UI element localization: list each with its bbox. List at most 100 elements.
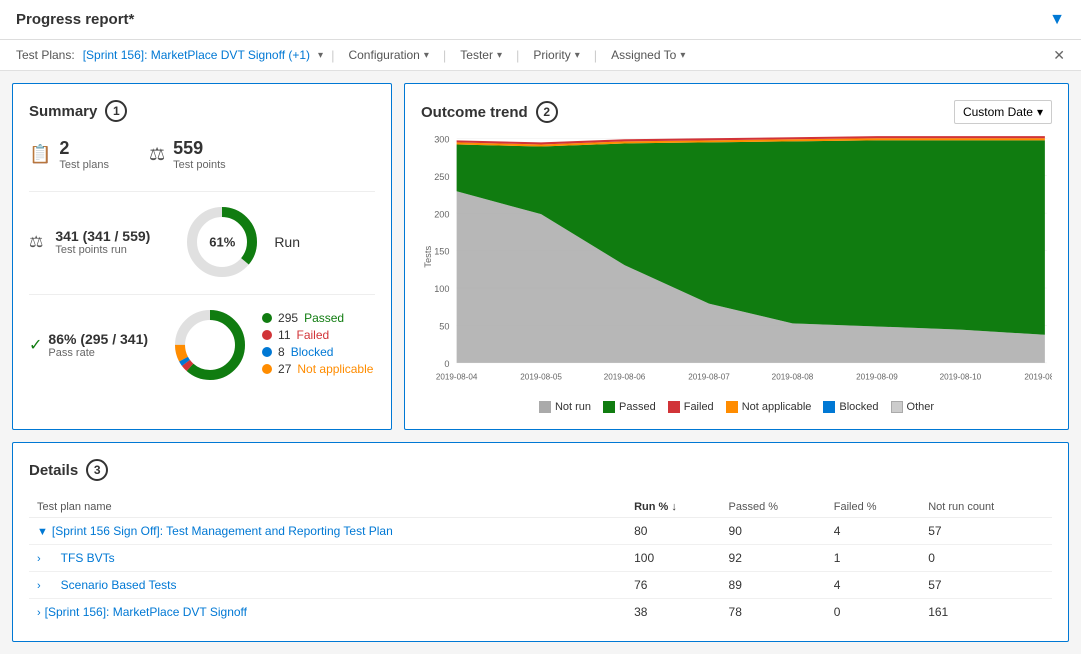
filter-sep-2: | xyxy=(443,48,446,63)
details-title: Details xyxy=(29,462,78,479)
test-plans-chevron[interactable]: ▾ xyxy=(318,50,323,61)
svg-text:0: 0 xyxy=(444,359,449,369)
funnel-icon: ▼ xyxy=(1049,11,1065,29)
svg-text:50: 50 xyxy=(439,322,449,332)
svg-text:2019-08-05: 2019-08-05 xyxy=(520,372,562,381)
svg-text:Tests: Tests xyxy=(423,246,433,268)
legend-na-count: 27 xyxy=(278,362,291,376)
col-test-plan-name: Test plan name xyxy=(29,497,626,518)
outcome-trend-panel: Outcome trend 2 Custom Date ▾ 300 250 20… xyxy=(404,83,1069,430)
summary-panel: Summary 1 📋 2 Test plans ⚖ 559 Test poin… xyxy=(12,83,392,430)
test-points-run-label: Test points run xyxy=(55,244,150,256)
test-plans-filter-label: Test Plans: xyxy=(16,48,75,62)
legend-passed-label: Passed xyxy=(304,311,344,325)
pass-rate-legend: 295 Passed 11 Failed 8 Blocked xyxy=(262,311,373,379)
test-points-label: Test points xyxy=(173,159,226,171)
close-filter-icon[interactable]: ✕ xyxy=(1053,47,1065,64)
legend-blocked-count: 8 xyxy=(278,345,285,359)
summary-title: Summary xyxy=(29,103,97,120)
test-plans-count: 2 xyxy=(59,138,109,159)
tester-chevron: ▾ xyxy=(497,50,502,61)
trend-svg: 300 250 200 150 100 50 0 Tests xyxy=(421,132,1052,392)
table-row: ›TFS BVTs1009210 xyxy=(29,545,1052,572)
priority-chevron: ▾ xyxy=(575,50,580,61)
main-content: Summary 1 📋 2 Test plans ⚖ 559 Test poin… xyxy=(0,71,1081,654)
custom-date-chevron: ▾ xyxy=(1037,105,1043,119)
legend-other: Other xyxy=(907,401,935,413)
col-not-run-count: Not run count xyxy=(920,497,1052,518)
svg-text:200: 200 xyxy=(434,209,449,219)
row-expand-icon[interactable]: › xyxy=(37,553,41,565)
custom-date-button[interactable]: Custom Date ▾ xyxy=(954,100,1052,124)
configuration-filter[interactable]: Configuration ▾ xyxy=(342,46,434,64)
test-points-count: 559 xyxy=(173,138,226,159)
table-row: ▼ [Sprint 156 Sign Off]: Test Management … xyxy=(29,518,1052,545)
legend-passed-count: 295 xyxy=(278,311,298,325)
details-table: Test plan name Run % ↓ Passed % Failed %… xyxy=(29,497,1052,625)
svg-text:150: 150 xyxy=(434,247,449,257)
legend-na-label: Not applicable xyxy=(297,362,373,376)
priority-label: Priority xyxy=(533,48,570,62)
legend-failed: Failed xyxy=(684,401,714,413)
legend-blocked-label: Blocked xyxy=(291,345,334,359)
table-row: ›[Sprint 156]: MarketPlace DVT Signoff38… xyxy=(29,599,1052,626)
row-expand-icon[interactable]: › xyxy=(37,607,41,619)
row-expand-icon[interactable]: › xyxy=(37,580,41,592)
col-passed-pct: Passed % xyxy=(721,497,826,518)
filter-sep-1: | xyxy=(331,48,334,63)
svg-text:2019-08-07: 2019-08-07 xyxy=(688,372,730,381)
test-plans-icon: 📋 xyxy=(29,144,51,165)
tester-filter[interactable]: Tester ▾ xyxy=(454,46,508,64)
row-name[interactable]: TFS BVTs xyxy=(45,551,115,565)
row-name[interactable]: [Sprint 156]: MarketPlace DVT Signoff xyxy=(45,605,247,619)
page-title: Progress report* xyxy=(16,11,134,28)
app-header: Progress report* ▼ xyxy=(0,0,1081,40)
row-name[interactable]: [Sprint 156 Sign Off]: Test Management a… xyxy=(52,524,393,538)
legend-blocked: Blocked xyxy=(839,401,878,413)
legend-passed: Passed xyxy=(619,401,656,413)
run-label: Run xyxy=(274,234,300,250)
assigned-to-label: Assigned To xyxy=(611,48,676,62)
legend-failed-count: 11 xyxy=(278,328,290,342)
pass-rate-label: Pass rate xyxy=(48,347,148,359)
legend-not-run: Not run xyxy=(555,401,591,413)
test-plans-filter-value[interactable]: [Sprint 156]: MarketPlace DVT Signoff (+… xyxy=(83,48,310,62)
svg-text:2019-08-09: 2019-08-09 xyxy=(856,372,898,381)
assigned-to-filter[interactable]: Assigned To ▾ xyxy=(605,46,691,64)
col-run-pct: Run % ↓ xyxy=(626,497,720,518)
filter-sep-4: | xyxy=(594,48,597,63)
configuration-chevron: ▾ xyxy=(424,50,429,61)
details-number: 3 xyxy=(86,459,108,481)
pass-rate-count: 86% (295 / 341) xyxy=(48,331,148,347)
priority-filter[interactable]: Priority ▾ xyxy=(527,46,585,64)
test-plans-label: Test plans xyxy=(59,159,109,171)
filter-sep-3: | xyxy=(516,48,519,63)
test-points-run-icon: ⚖ xyxy=(29,234,43,251)
run-donut-label: 61% xyxy=(209,235,235,250)
test-points-icon: ⚖ xyxy=(149,144,165,165)
row-expand-icon[interactable]: ▼ xyxy=(37,526,48,538)
pass-rate-donut-chart xyxy=(170,305,250,385)
row-name[interactable]: Scenario Based Tests xyxy=(45,578,177,592)
col-failed-pct: Failed % xyxy=(826,497,920,518)
table-row: ›Scenario Based Tests7689457 xyxy=(29,572,1052,599)
legend-failed-label: Failed xyxy=(297,328,330,342)
filter-bar: Test Plans: [Sprint 156]: MarketPlace DV… xyxy=(0,40,1081,71)
outcome-trend-chart: 300 250 200 150 100 50 0 Tests xyxy=(421,132,1052,413)
test-points-run-count: 341 (341 / 559) xyxy=(55,228,150,244)
svg-text:2019-08-11: 2019-08-11 xyxy=(1024,372,1052,381)
configuration-label: Configuration xyxy=(348,48,419,62)
summary-number: 1 xyxy=(105,100,127,122)
svg-text:100: 100 xyxy=(434,284,449,294)
svg-text:2019-08-04: 2019-08-04 xyxy=(436,372,478,381)
svg-text:2019-08-10: 2019-08-10 xyxy=(940,372,982,381)
chart-legend: Not run Passed Failed Not applicable xyxy=(421,401,1052,413)
assigned-to-chevron: ▾ xyxy=(680,50,685,61)
svg-text:250: 250 xyxy=(434,172,449,182)
svg-text:2019-08-08: 2019-08-08 xyxy=(772,372,814,381)
outcome-trend-number: 2 xyxy=(536,101,558,123)
pass-rate-check-icon: ✓ xyxy=(29,335,42,355)
svg-text:300: 300 xyxy=(434,134,449,144)
legend-not-applicable: Not applicable xyxy=(742,401,812,413)
tester-label: Tester xyxy=(460,48,493,62)
